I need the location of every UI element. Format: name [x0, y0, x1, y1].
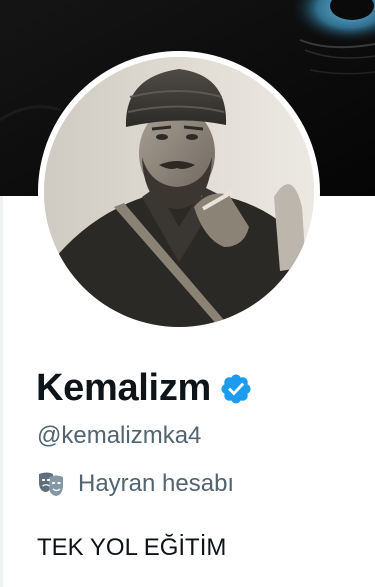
avatar-border [38, 51, 320, 333]
category-label: Hayran hesabı [78, 470, 235, 497]
avatar[interactable] [44, 57, 314, 327]
display-name: Kemalizm [36, 367, 212, 409]
theater-masks-icon [36, 469, 66, 499]
verified-badge-icon[interactable] [219, 372, 253, 406]
profile-handle: @kemalizmka4 [37, 422, 202, 449]
profile-category: Hayran hesabı [36, 466, 234, 502]
avatar-portrait [44, 57, 314, 327]
name-row: Kemalizm [36, 364, 253, 412]
profile-bio: TEK YOL EĞİTİM [37, 534, 227, 561]
panel-edge [0, 196, 3, 587]
profile-page: Kemalizm @kemalizmka4 Hayran hesabı TEK … [0, 0, 375, 587]
